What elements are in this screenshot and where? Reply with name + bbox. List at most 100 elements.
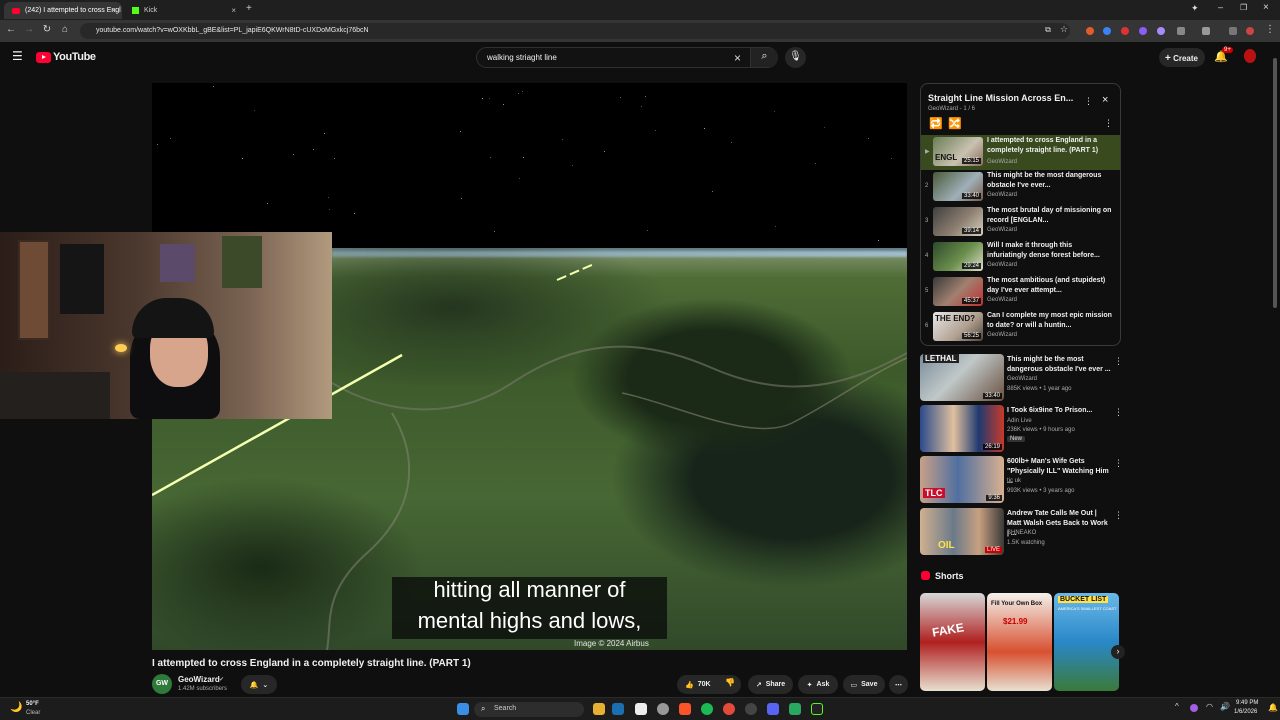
more-icon[interactable]: ⋮ bbox=[1114, 356, 1123, 367]
short-video[interactable]: Fill Your Own Box $21.99 bbox=[987, 593, 1052, 691]
playlist-title[interactable]: Straight Line Mission Across En... bbox=[928, 93, 1078, 103]
window-close-icon[interactable]: × bbox=[1263, 2, 1269, 13]
shorts-next-icon[interactable]: › bbox=[1111, 645, 1125, 659]
more-icon[interactable]: ⋮ bbox=[1114, 510, 1123, 521]
chrome-icon[interactable] bbox=[723, 703, 735, 715]
playlist-item[interactable]: 5 45:37 The most ambitious (and stupides… bbox=[921, 275, 1120, 310]
file-explorer-icon[interactable] bbox=[593, 703, 605, 715]
reload-icon[interactable]: ↻ bbox=[40, 24, 54, 35]
extension-icon[interactable] bbox=[1157, 27, 1165, 35]
youtube-logo-icon[interactable] bbox=[36, 52, 51, 63]
shuffle-icon[interactable]: 🔀 bbox=[948, 117, 962, 130]
extension-icon[interactable] bbox=[1103, 27, 1111, 35]
clock-time[interactable]: 9:49 PM bbox=[1236, 700, 1258, 706]
recommended-video[interactable]: TLC 9:36 600lb+ Man's Wife Gets "Physica… bbox=[920, 456, 1123, 504]
app-icon[interactable] bbox=[635, 703, 647, 715]
discord-icon[interactable] bbox=[767, 703, 779, 715]
playlist-item[interactable]: 4 29:24 Will I make it through this infu… bbox=[921, 240, 1120, 275]
back-icon[interactable]: ← bbox=[4, 24, 18, 35]
more-actions-button[interactable]: ⋯ bbox=[889, 675, 908, 694]
item-channel: GeoWizard bbox=[987, 159, 1018, 165]
recommended-video[interactable]: OIL LIVE Andrew Tate Calls Me Out | Matt… bbox=[920, 508, 1123, 556]
close-icon[interactable]: × bbox=[1102, 94, 1108, 106]
settings-gear-icon[interactable] bbox=[657, 703, 669, 715]
app-icon[interactable] bbox=[789, 703, 801, 715]
playlist-item[interactable]: 2 33:40 This might be the most dangerous… bbox=[921, 170, 1120, 205]
tab-kick[interactable]: Kick × bbox=[124, 2, 242, 19]
voice-search-button[interactable]: 🎙 bbox=[785, 47, 806, 68]
youtube-favicon-icon bbox=[12, 7, 20, 14]
page-scrollbar[interactable] bbox=[1272, 48, 1278, 688]
ask-button[interactable]: ✦ Ask bbox=[798, 675, 838, 694]
item-number: 3 bbox=[925, 218, 929, 224]
tray-app-icon[interactable] bbox=[1190, 704, 1198, 712]
recommended-video[interactable]: LETHAL 33:40 This might be the most dang… bbox=[920, 354, 1123, 402]
tab-close-icon[interactable]: × bbox=[111, 6, 116, 15]
browser-menu-icon[interactable]: ⋮ bbox=[1263, 24, 1277, 35]
taskbar-search[interactable]: ⌕ Search bbox=[474, 702, 584, 717]
search-box[interactable]: walking striaght line × ⌕ bbox=[476, 47, 778, 68]
rec-title: I Took 6ix9ine To Prison... bbox=[1007, 407, 1093, 414]
short-video[interactable]: FAKE bbox=[920, 593, 985, 691]
account-avatar[interactable] bbox=[1244, 49, 1256, 63]
profile-avatar[interactable] bbox=[1246, 27, 1254, 35]
home-icon[interactable]: ⌂ bbox=[58, 24, 72, 35]
weather-moon-icon[interactable]: 🌙 bbox=[10, 702, 22, 713]
spotify-icon[interactable] bbox=[701, 703, 713, 715]
install-app-icon[interactable]: ⧉ bbox=[1041, 25, 1055, 35]
clear-search-icon[interactable]: × bbox=[734, 51, 741, 65]
youtube-logo-text[interactable]: YouTube bbox=[53, 51, 96, 63]
playlist-item[interactable]: 3 39:14 The most brutal day of missionin… bbox=[921, 205, 1120, 240]
channel-avatar[interactable]: GW bbox=[152, 674, 172, 694]
share-icon: ↗ bbox=[755, 681, 762, 689]
loop-icon[interactable]: 🔁 bbox=[929, 117, 943, 130]
volume-icon[interactable]: 🔊 bbox=[1220, 702, 1230, 711]
windows-start-icon[interactable] bbox=[457, 703, 469, 715]
thumbs-down-icon[interactable]: 👎 bbox=[725, 678, 735, 687]
sidebar-icon[interactable] bbox=[1229, 27, 1237, 35]
kick-app-icon[interactable] bbox=[811, 703, 823, 715]
steam-icon[interactable] bbox=[612, 703, 624, 715]
tab-youtube[interactable]: (242) I attempted to cross Engl × bbox=[4, 2, 122, 19]
minimize-icon[interactable]: – bbox=[1218, 2, 1223, 12]
brave-browser-icon[interactable] bbox=[679, 703, 691, 715]
clock-date[interactable]: 1/6/2026 bbox=[1234, 709, 1257, 715]
more-icon[interactable]: ⋮ bbox=[1114, 458, 1123, 469]
search-button[interactable]: ⌕ bbox=[750, 48, 778, 67]
playlist-more-icon[interactable]: ⋮ bbox=[1084, 96, 1093, 107]
channel-name[interactable]: GeoWizard bbox=[178, 675, 220, 684]
tab-search-icon[interactable]: ✦ bbox=[1191, 3, 1199, 14]
straight-line-route-far bbox=[556, 263, 595, 281]
search-input[interactable]: walking striaght line bbox=[487, 53, 557, 62]
share-button[interactable]: ↗ Share bbox=[748, 675, 793, 694]
hamburger-menu-icon[interactable]: ☰ bbox=[12, 49, 23, 63]
extension-icon[interactable] bbox=[1086, 27, 1094, 35]
playlist-options-icon[interactable]: ⋮ bbox=[1104, 118, 1113, 129]
thumbnail-text: THE END? bbox=[935, 314, 975, 323]
tab-close-icon[interactable]: × bbox=[231, 6, 236, 15]
tray-chevron-icon[interactable]: ^ bbox=[1175, 702, 1179, 711]
video-thumbnail: 45:37 bbox=[933, 277, 983, 306]
playlist-item[interactable]: 6 THE END? 56:25 Can I complete my most … bbox=[921, 310, 1120, 345]
create-button[interactable]: + Create bbox=[1159, 48, 1205, 67]
forward-icon[interactable]: → bbox=[22, 24, 36, 35]
extension-icon[interactable] bbox=[1121, 27, 1129, 35]
scrollbar-thumb[interactable] bbox=[1273, 58, 1277, 308]
address-field[interactable]: youtube.com/watch?v=wOXKbbL_gBE&list=PL_… bbox=[80, 23, 1070, 39]
save-button[interactable]: ▭ Save bbox=[843, 675, 885, 694]
extension-icon[interactable] bbox=[1139, 27, 1147, 35]
obs-icon[interactable] bbox=[745, 703, 757, 715]
extensions-puzzle-icon[interactable] bbox=[1177, 27, 1185, 35]
restore-icon[interactable]: ❐ bbox=[1240, 3, 1247, 12]
recommended-video[interactable]: 26:19 I Took 6ix9ine To Prison... Adin L… bbox=[920, 405, 1123, 453]
bookmark-star-icon[interactable]: ☆ bbox=[1057, 24, 1071, 35]
more-icon[interactable]: ⋮ bbox=[1114, 407, 1123, 418]
playlist-item[interactable]: ▶ ENGL 25:15 I attempted to cross Englan… bbox=[921, 135, 1120, 170]
short-video[interactable]: BUCKET LIST AMERICA'S SMALLEST COAST bbox=[1054, 593, 1119, 691]
media-icon[interactable] bbox=[1202, 27, 1210, 35]
new-tab-button[interactable]: + bbox=[246, 3, 252, 14]
wifi-icon[interactable]: ◠ bbox=[1206, 702, 1213, 711]
thumbnail-text: LETHAL bbox=[923, 354, 959, 363]
subscribed-notify-button[interactable]: 🔔 ⌄ bbox=[241, 675, 277, 694]
notification-center-icon[interactable]: 🔔 bbox=[1268, 703, 1278, 712]
